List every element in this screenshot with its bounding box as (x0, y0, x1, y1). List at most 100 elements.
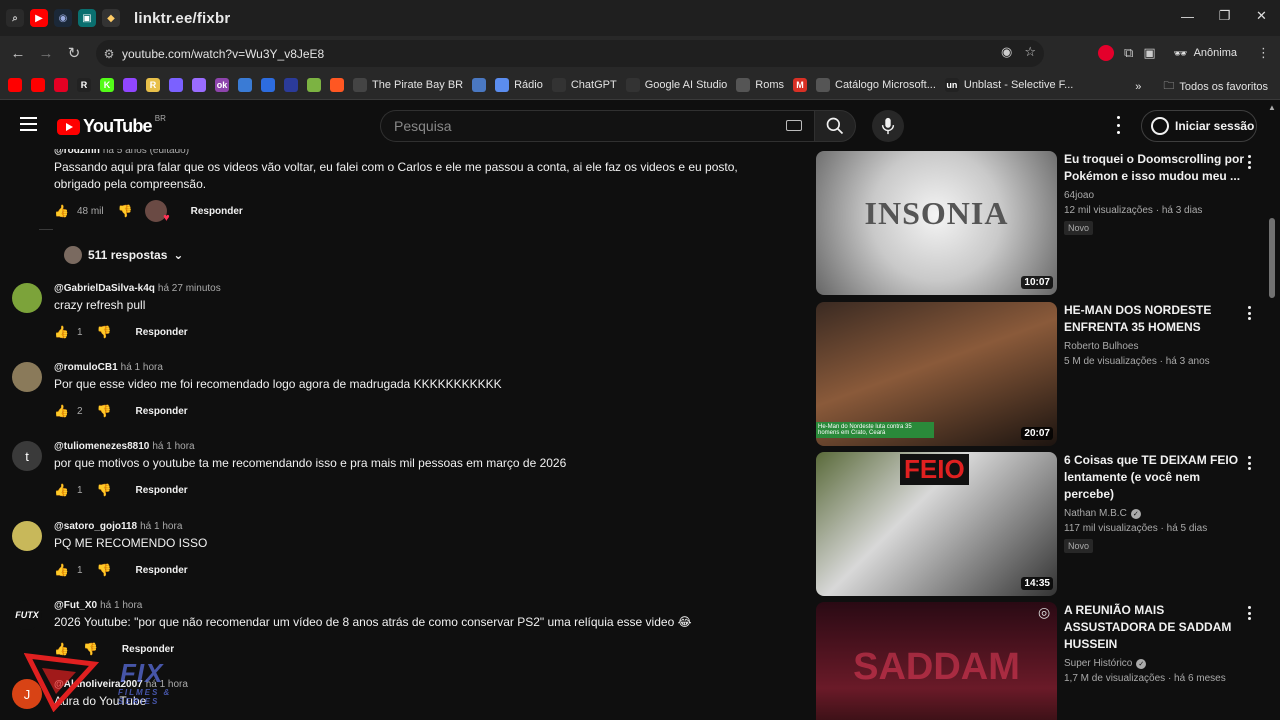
comment-author[interactable]: @satoro_gojo118 (54, 521, 137, 532)
search-button[interactable] (814, 110, 856, 142)
forward-icon[interactable]: → (32, 39, 60, 67)
thumbs-down-icon[interactable]: 👎 (97, 563, 112, 577)
reload-icon[interactable]: ↻ (60, 39, 88, 67)
all-bookmarks-folder[interactable]: 🗀 Todos os favoritos (1163, 77, 1268, 96)
thumbs-down-icon[interactable]: 👎 (97, 325, 112, 339)
like-button[interactable]: 👍 1 (54, 483, 83, 497)
video-channel[interactable]: Nathan M.B.C ✓ (1064, 508, 1244, 519)
bookmark-item[interactable] (123, 77, 137, 92)
bookmark-item[interactable]: The Pirate Bay BR (353, 77, 463, 92)
video-channel[interactable]: 64joao (1064, 190, 1244, 201)
bookmark-item[interactable]: ChatGPT (551, 77, 617, 92)
comment-author[interactable]: @rodzinn (54, 149, 100, 156)
video-menu-icon[interactable] (1246, 155, 1252, 169)
reply-button[interactable]: Responder (191, 206, 243, 217)
bookmark-item[interactable]: M (793, 77, 807, 92)
reply-button[interactable]: Responder (135, 485, 187, 496)
bookmark-item[interactable]: Catálogo Microsoft... (816, 77, 936, 92)
bookmark-item[interactable] (169, 77, 183, 92)
youtube-logo[interactable]: YouTube BR (57, 114, 166, 137)
tab-title[interactable]: linktr.ee/fixbr (134, 10, 230, 27)
bookmark-item[interactable]: Roms (736, 77, 784, 92)
bookmark-item[interactable]: Google AI Studio (625, 77, 727, 92)
video-thumbnail[interactable]: FEIO 14:35 (816, 452, 1057, 596)
bookmark-item[interactable] (330, 77, 344, 92)
video-title[interactable]: Eu troquei o Doomscrolling por Pokémon e… (1064, 151, 1244, 185)
bookmark-item[interactable] (261, 77, 275, 92)
comment-time[interactable]: há 1 hora (100, 600, 142, 611)
like-button[interactable]: 👍 2 (54, 404, 83, 418)
comment-author[interactable]: @tuliomenezes8810 (54, 441, 149, 452)
tab-app-icon[interactable]: ◆ (102, 9, 120, 27)
avatar[interactable] (12, 283, 42, 313)
more-bookmarks-icon[interactable]: » (1135, 81, 1141, 93)
video-menu-icon[interactable] (1246, 606, 1252, 620)
bookmark-item[interactable] (472, 77, 487, 92)
avatar[interactable] (12, 362, 42, 392)
video-thumbnail[interactable]: He-Man do Nordeste luta contra 35 homens… (816, 302, 1057, 446)
adblock-icon[interactable] (1098, 45, 1115, 61)
tab-search-icon[interactable]: ⌕ (6, 9, 24, 27)
extensions-icon[interactable]: ⧉ (1124, 45, 1133, 61)
tab-youtube-icon[interactable]: ▶ (30, 9, 48, 27)
bookmark-item[interactable] (31, 77, 45, 92)
recommended-video[interactable]: He-Man do Nordeste luta contra 35 homens… (816, 300, 1266, 446)
thumbs-down-icon[interactable]: 👎 (97, 483, 112, 497)
comment-author[interactable]: @GabrielDaSilva-k4q (54, 283, 155, 294)
eye-icon[interactable]: ◉ (1001, 44, 1012, 60)
avatar[interactable]: t (12, 441, 42, 471)
recommended-video[interactable]: FEIO 14:35 6 Coisas que TE DEIXAM FEIO len… (816, 450, 1266, 596)
replies-toggle[interactable]: 511 respostas ⌄ (64, 246, 183, 264)
like-button[interactable]: 👍 1 (54, 325, 83, 339)
bookmark-item[interactable]: Rádio (495, 77, 543, 92)
bookmark-item[interactable] (307, 77, 321, 92)
comment-time[interactable]: há 5 anos (editado) (103, 149, 189, 156)
browser-menu-icon[interactable]: ⋮ (1257, 45, 1270, 61)
back-icon[interactable]: ← (4, 39, 32, 67)
avatar[interactable]: FUTX (12, 600, 42, 630)
comment-author[interactable]: @romuloCB1 (54, 362, 118, 373)
hamburger-menu-icon[interactable] (20, 117, 37, 131)
recommended-video[interactable]: SADDAMA FITA MAIS SOMBRIAA REUNIÃO MAIS … (816, 600, 1266, 720)
reply-button[interactable]: Responder (135, 406, 187, 417)
avatar[interactable] (12, 521, 42, 551)
bookmark-item[interactable]: R (146, 77, 160, 92)
comment-time[interactable]: há 1 hora (121, 362, 163, 373)
video-channel[interactable]: Super Histórico ✓ (1064, 658, 1244, 669)
close-icon[interactable]: ✕ (1243, 0, 1280, 32)
video-thumbnail[interactable]: INSONIA 10:07 (816, 151, 1057, 295)
video-title[interactable]: A REUNIÃO MAIS ASSUSTADORA DE SADDAM HUS… (1064, 602, 1244, 653)
like-button[interactable]: 👍 48 mil (54, 204, 104, 218)
like-button[interactable]: 👍 1 (54, 563, 83, 577)
comment-time[interactable]: há 1 hora (140, 521, 182, 532)
thumbs-down-icon[interactable]: 👎 (97, 404, 112, 418)
recommended-video[interactable]: INSONIA 10:07 Eu troquei o Doomscrolling p… (816, 149, 1266, 295)
tab-app-icon[interactable]: ▣ (78, 9, 96, 27)
tab-search-icon[interactable]: ▣ (1143, 45, 1155, 61)
video-title[interactable]: 6 Coisas que TE DEIXAM FEIO lentamente (… (1064, 452, 1244, 503)
bookmark-item[interactable] (238, 77, 252, 92)
video-title[interactable]: HE-MAN DOS NORDESTE ENFRENTA 35 HOMENS (1064, 302, 1244, 336)
restore-icon[interactable]: ❐ (1206, 0, 1243, 32)
thumbs-down-icon[interactable]: 👎 (118, 204, 133, 218)
bookmark-item[interactable] (54, 77, 68, 92)
search-input[interactable]: Pesquisa (380, 110, 814, 142)
settings-kebab-icon[interactable] (1112, 116, 1124, 134)
video-menu-icon[interactable] (1246, 456, 1252, 470)
reply-button[interactable]: Responder (135, 565, 187, 576)
tab-steam-icon[interactable]: ◉ (54, 9, 72, 27)
reply-button[interactable]: Responder (135, 327, 187, 338)
scroll-up-icon[interactable]: ▲ (1268, 103, 1276, 112)
url-text[interactable]: youtube.com/watch?v=Wu3Y_v8JeE8 (122, 47, 324, 61)
video-menu-icon[interactable] (1246, 306, 1252, 320)
comment-author[interactable]: @Fut_X0 (54, 600, 97, 611)
address-bar[interactable]: ⚙ youtube.com/watch?v=Wu3Y_v8JeE8 ◉ ☆ (96, 40, 1044, 67)
bookmark-item[interactable]: un Unblast - Selective F... (944, 77, 1073, 92)
site-info-icon[interactable]: ⚙ (96, 47, 122, 61)
bookmark-item[interactable] (192, 77, 206, 92)
voice-search-button[interactable] (872, 110, 904, 142)
bookmark-item[interactable]: R (77, 77, 91, 92)
bookmark-star-icon[interactable]: ☆ (1024, 44, 1036, 60)
page-scrollbar[interactable]: ▲ (1268, 103, 1276, 720)
comment-time[interactable]: há 1 hora (152, 441, 194, 452)
